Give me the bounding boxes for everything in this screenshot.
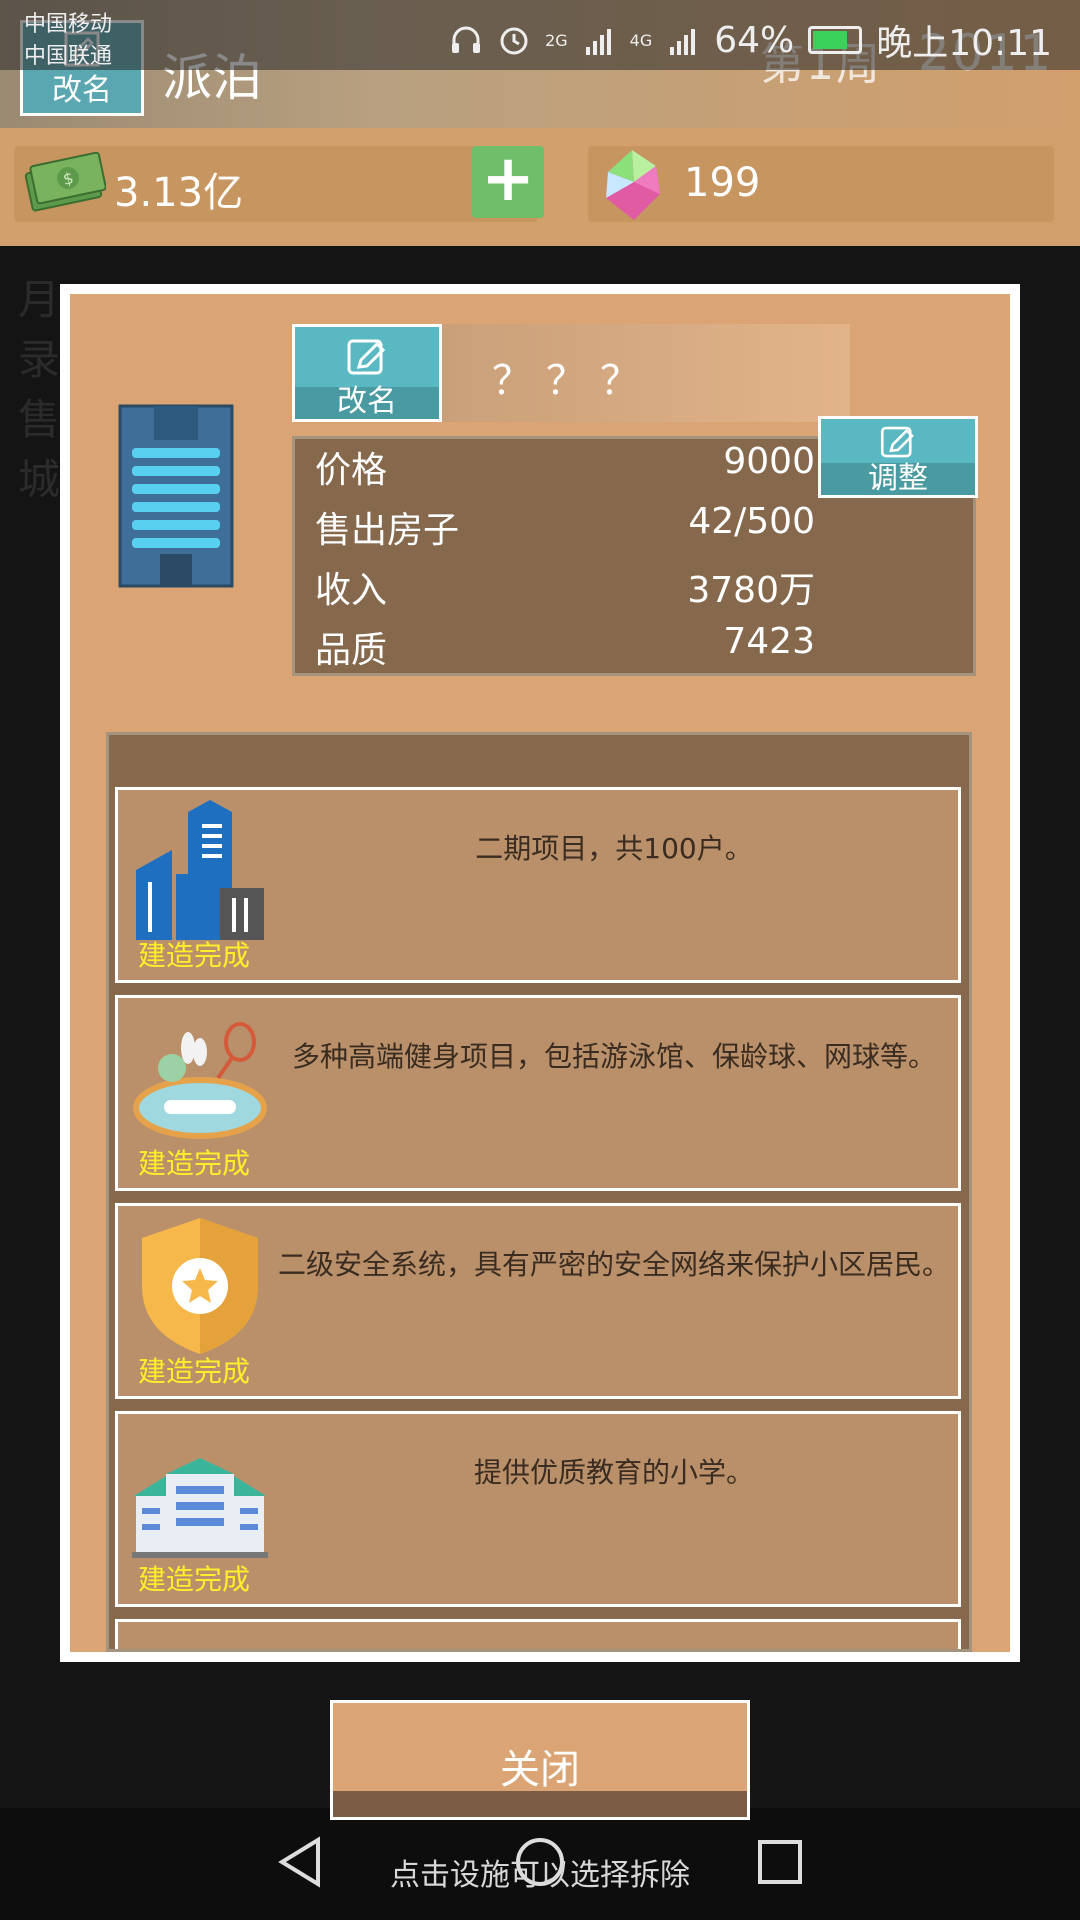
pencil-icon (880, 426, 914, 458)
facility-card[interactable]: 建造完成 二级安全系统，具有严密的安全网络来保护小区居民。 (115, 1203, 961, 1399)
background-ghost-text: 售 (18, 395, 61, 444)
close-button-base (333, 1791, 747, 1817)
gem-display: 199 (588, 146, 1054, 222)
stat-row-sold: 售出房子 42/500 (315, 501, 815, 561)
signal-icon (670, 29, 696, 55)
carrier-label: 中国移动 (24, 12, 113, 37)
stat-label: 品质 (315, 630, 388, 671)
fitness-icon (133, 1022, 267, 1139)
adjust-label: 调整 (821, 463, 975, 495)
stat-row-income: 收入 3780万 (315, 561, 815, 621)
alarm-clock-icon (500, 27, 528, 55)
build-status: 建造完成 (138, 1355, 251, 1388)
adjust-price-button[interactable]: 调整 (818, 416, 978, 498)
stat-value: 9000 (723, 441, 815, 482)
facilities-list[interactable]: 建造完成 二期项目，共100户。 建造完成 多种高端健身项目，包括游泳馆、保龄球… (106, 732, 972, 1652)
build-status: 建造完成 (138, 939, 251, 972)
office-building-icon (118, 404, 234, 588)
facility-card[interactable]: 建造完成 提供优质教育的小学。 (115, 1411, 961, 1607)
facility-description: 二级安全系统，具有严密的安全网络来保护小区居民。 (278, 1248, 951, 1281)
stat-label: 售出房子 (315, 510, 460, 551)
stat-value: 3780万 (687, 570, 815, 611)
carrier-label: 中国联通 (24, 44, 113, 69)
stat-label: 价格 (315, 450, 388, 491)
gem-icon (606, 150, 660, 220)
facility-card[interactable] (115, 1619, 961, 1649)
pencil-icon (347, 339, 386, 375)
clock: 晚上10:11 (876, 23, 1052, 64)
add-money-button[interactable]: + (472, 146, 544, 218)
money-value: 3.13亿 (114, 170, 244, 216)
city-buildings-icon (136, 800, 264, 940)
build-status: 建造完成 (138, 1147, 251, 1180)
battery-icon (808, 26, 863, 54)
stat-value: 7423 (723, 621, 815, 662)
dialog-body: 改名 ？？？ 价格 9000 售出房子 42/500 收入 3780万 品质 7… (70, 294, 1010, 1652)
background-ghost-text: 录 (18, 335, 61, 384)
facility-description: 二期项目，共100户。 (475, 832, 753, 865)
build-status: 建造完成 (138, 1563, 251, 1596)
signal-icon (585, 29, 611, 55)
security-shield-icon (142, 1218, 258, 1354)
money-display: $ 3.13亿 + (14, 146, 544, 222)
close-button[interactable]: 关闭 (330, 1700, 750, 1820)
background-ghost-text: 月 (18, 275, 61, 324)
headphones-icon (452, 26, 481, 53)
money-icon: $ (24, 152, 106, 212)
network-2g-label: 2G (545, 30, 568, 50)
stat-label: 收入 (315, 570, 388, 611)
demolish-hint: 点击设施可以选择拆除 (390, 1858, 690, 1893)
gem-value: 199 (684, 160, 761, 206)
facility-description: 多种高端健身项目，包括游泳馆、保龄球、网球等。 (291, 1040, 936, 1073)
building-detail-dialog: 改名 ？？？ 价格 9000 售出房子 42/500 收入 3780万 品质 7… (60, 284, 1020, 1662)
facility-card[interactable]: 建造完成 二期项目，共100户。 (115, 787, 961, 983)
school-icon (132, 1458, 268, 1558)
status-icons: 2G 4G 64% 晚上10:11 (449, 14, 1052, 66)
network-4g-label: 4G (629, 30, 653, 50)
rename-project-button[interactable]: 改名 (292, 324, 442, 422)
facility-card[interactable]: 建造完成 多种高端健身项目，包括游泳馆、保龄球、网球等。 (115, 995, 961, 1191)
rename-label: 改名 (295, 387, 439, 419)
background-ghost-text: 城 (18, 455, 61, 504)
rename-label: 改名 (52, 73, 112, 108)
project-name-field[interactable]: ？？？ (442, 324, 850, 422)
battery-percent: 64% (714, 19, 795, 61)
stat-row-quality: 品质 7423 (315, 621, 815, 681)
system-status-bar: 中国移动 中国联通 2G 4G 64% 晚上10:11 (0, 0, 1080, 70)
close-label: 关闭 (500, 1747, 580, 1793)
project-name: ？？？ (492, 358, 654, 404)
stat-value: 42/500 (688, 501, 815, 542)
stat-row-price: 价格 9000 (315, 441, 815, 501)
facility-description: 提供优质教育的小学。 (473, 1456, 754, 1489)
